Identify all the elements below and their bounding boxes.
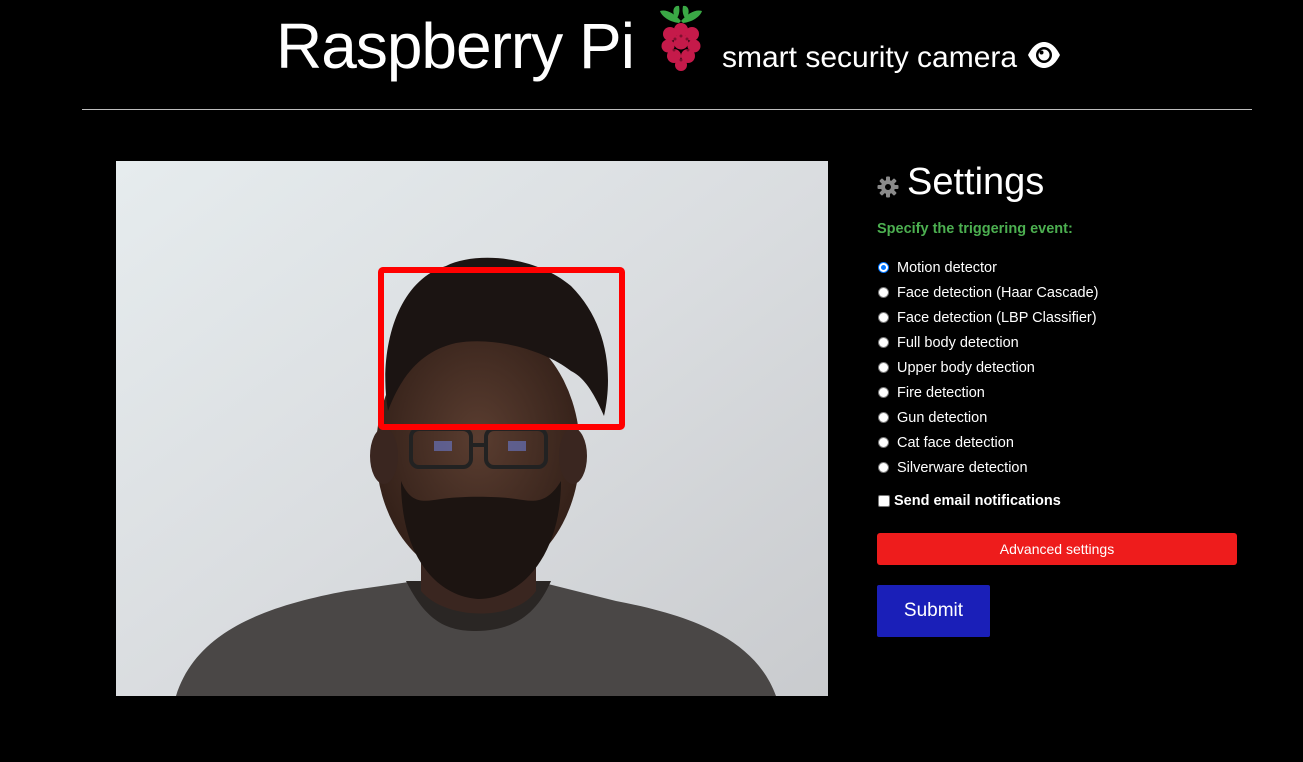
option-fire[interactable]: Fire detection bbox=[877, 380, 1239, 405]
option-face-haar[interactable]: Face detection (Haar Cascade) bbox=[877, 280, 1239, 305]
radio-cat-face[interactable] bbox=[878, 437, 889, 448]
option-full-body[interactable]: Full body detection bbox=[877, 330, 1239, 355]
email-notifications[interactable]: Send email notifications bbox=[877, 493, 1061, 509]
radio-full-body[interactable] bbox=[878, 337, 889, 348]
page-subtitle: smart security camera bbox=[722, 41, 1018, 74]
page-header: Raspberry Pi smart security camera bbox=[0, 0, 1303, 110]
email-label: Send email notifications bbox=[894, 493, 1061, 509]
page-title: Raspberry Pi bbox=[276, 10, 635, 82]
option-face-lbp[interactable]: Face detection (LBP Classifier) bbox=[877, 305, 1239, 330]
option-motion-detector[interactable]: Motion detector bbox=[877, 255, 1239, 280]
advanced-settings-button[interactable]: Advanced settings bbox=[877, 533, 1237, 565]
radio-silverware[interactable] bbox=[878, 462, 889, 473]
settings-header: Settings bbox=[877, 155, 1239, 209]
option-label: Face detection (LBP Classifier) bbox=[897, 309, 1097, 326]
submit-button[interactable]: Submit bbox=[877, 585, 990, 637]
radio-face-haar[interactable] bbox=[878, 287, 889, 298]
camera-feed bbox=[116, 161, 828, 696]
trigger-label: Specify the triggering event: bbox=[877, 221, 1073, 237]
option-silverware[interactable]: Silverware detection bbox=[877, 455, 1239, 480]
email-checkbox[interactable] bbox=[878, 495, 890, 507]
option-label: Full body detection bbox=[897, 334, 1019, 351]
eye-icon bbox=[1028, 42, 1060, 68]
radio-upper-body[interactable] bbox=[878, 362, 889, 373]
option-label: Motion detector bbox=[897, 259, 997, 276]
gear-icon bbox=[877, 176, 899, 198]
camera-frame-image bbox=[116, 161, 828, 696]
settings-title: Settings bbox=[907, 161, 1045, 203]
radio-fire[interactable] bbox=[878, 387, 889, 398]
option-upper-body[interactable]: Upper body detection bbox=[877, 355, 1239, 380]
option-label: Fire detection bbox=[897, 384, 985, 401]
option-label: Silverware detection bbox=[897, 459, 1028, 476]
radio-face-lbp[interactable] bbox=[878, 312, 889, 323]
trigger-options: Motion detector Face detection (Haar Cas… bbox=[877, 255, 1239, 480]
option-cat-face[interactable]: Cat face detection bbox=[877, 430, 1239, 455]
option-label: Cat face detection bbox=[897, 434, 1014, 451]
option-label: Upper body detection bbox=[897, 359, 1035, 376]
option-gun[interactable]: Gun detection bbox=[877, 405, 1239, 430]
option-label: Gun detection bbox=[897, 409, 988, 426]
option-label: Face detection (Haar Cascade) bbox=[897, 284, 1099, 301]
radio-motion-detector[interactable] bbox=[878, 262, 889, 273]
raspberry-pi-logo-icon bbox=[660, 5, 702, 71]
radio-gun[interactable] bbox=[878, 412, 889, 423]
header-divider bbox=[82, 109, 1252, 110]
